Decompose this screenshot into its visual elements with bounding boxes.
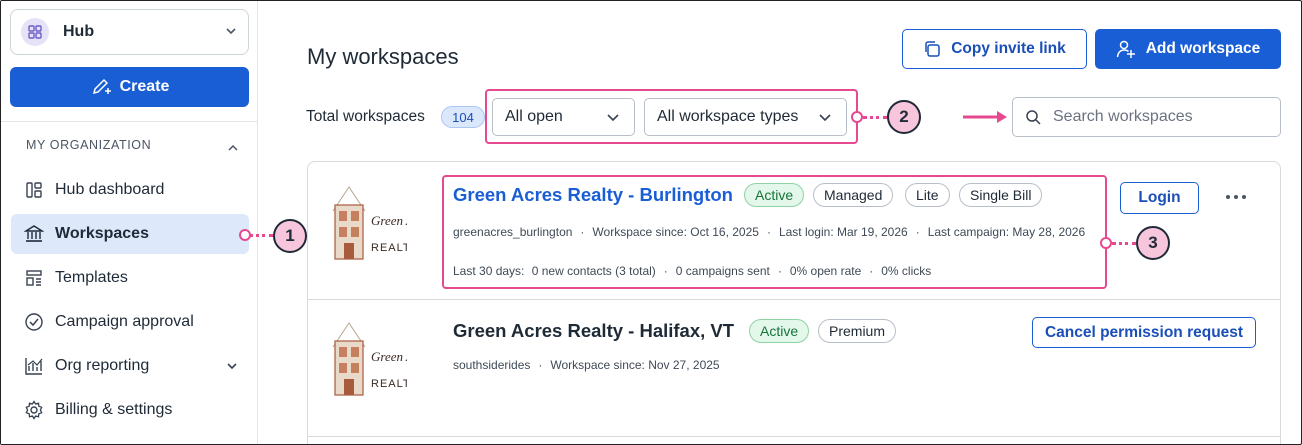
- status-filter-select[interactable]: All open: [492, 98, 635, 136]
- workspace-name[interactable]: Green Acres Realty - Halifax, VT: [453, 320, 734, 342]
- workspace-stats-row: Last 30 days: 0 new contacts (3 total) · 0…: [453, 264, 932, 278]
- search-icon: [1026, 110, 1041, 125]
- chevron-up-icon[interactable]: [227, 140, 239, 158]
- create-label: Create: [119, 78, 170, 95]
- sidebar-item-label: Hub dashboard: [55, 181, 165, 198]
- check-circle-icon: [23, 311, 45, 333]
- logo-text-bottom: REALTY: [371, 242, 407, 254]
- copy-icon: [925, 41, 940, 57]
- stats-label: Last 30 days:: [453, 264, 525, 278]
- status-badge: Active: [744, 183, 805, 207]
- total-workspaces-count: 104: [441, 106, 485, 128]
- total-workspaces-label: Total workspaces: [306, 108, 425, 125]
- callout-marker-2: 2: [887, 100, 921, 134]
- hub-switcher[interactable]: Hub: [10, 9, 249, 55]
- pen-plus-icon: [92, 78, 111, 95]
- workspace-username: greenacres_burlington: [453, 225, 573, 239]
- type-filter-select[interactable]: All workspace types: [644, 98, 847, 136]
- workspace-last-campaign: Last campaign: May 28, 2026: [927, 225, 1086, 239]
- grid-icon: [21, 18, 49, 46]
- plan-badge: Premium: [818, 319, 897, 343]
- chevron-down-icon: [819, 114, 831, 122]
- gear-icon: [23, 399, 45, 421]
- org-section-header: MY ORGANIZATION: [26, 138, 152, 152]
- row-divider: [308, 436, 1280, 437]
- sidebar-item-label: Billing & settings: [55, 401, 173, 418]
- chevron-down-icon: [224, 24, 238, 43]
- template-icon: [23, 267, 45, 289]
- sidebar: Hub Create MY ORGANIZATION Hub dashboard…: [1, 1, 258, 444]
- sidebar-item-org-reporting[interactable]: Org reporting: [11, 346, 249, 386]
- callout-anchor-1: [239, 229, 251, 241]
- stats-campaigns-sent: 0 campaigns sent: [675, 264, 770, 278]
- search-input[interactable]: [1053, 108, 1273, 126]
- callout-line-3: [1112, 242, 1136, 245]
- create-button[interactable]: Create: [10, 67, 249, 107]
- bank-icon: [23, 223, 45, 245]
- logo-text-top: Green Acres: [371, 213, 407, 228]
- sidebar-item-templates[interactable]: Templates: [11, 258, 249, 298]
- workspace-meta-row: southsiderides · Workspace since: Nov 27, …: [453, 358, 720, 372]
- sidebar-item-billing-settings[interactable]: Billing & settings: [11, 390, 249, 430]
- callout-anchor-3: [1100, 237, 1112, 249]
- plan-badge: Lite: [905, 183, 950, 207]
- login-button[interactable]: Login: [1120, 182, 1199, 214]
- logo-text-bottom: REALTY: [371, 378, 407, 390]
- chevron-down-icon: [225, 359, 239, 378]
- sidebar-item-campaign-approval[interactable]: Campaign approval: [11, 302, 249, 342]
- stats-clicks: 0% clicks: [881, 264, 932, 278]
- dashboard-icon: [23, 179, 45, 201]
- callout-marker-3: 3: [1136, 226, 1170, 260]
- status-filter-value: All open: [505, 108, 563, 125]
- copy-invite-link-button[interactable]: Copy invite link: [902, 29, 1087, 69]
- callout-line-2: [863, 116, 887, 119]
- add-workspace-label: Add workspace: [1145, 40, 1261, 57]
- workspace-since: Workspace since: Oct 16, 2025: [592, 225, 759, 239]
- sidebar-item-label: Templates: [55, 269, 128, 286]
- row-divider: [308, 299, 1280, 300]
- stats-new-contacts: 0 new contacts (3 total): [531, 264, 656, 278]
- add-workspace-button[interactable]: Add workspace: [1095, 29, 1281, 69]
- type-filter-value: All workspace types: [657, 108, 799, 125]
- managed-badge: Managed: [813, 183, 894, 207]
- workspace-since: Workspace since: Nov 27, 2025: [550, 358, 720, 372]
- callout-anchor-2: [851, 111, 863, 123]
- sidebar-item-workspaces[interactable]: Workspaces: [11, 214, 249, 254]
- billing-badge: Single Bill: [959, 183, 1043, 207]
- workspace-username: southsiderides: [453, 358, 531, 372]
- app-window: Hub Create MY ORGANIZATION Hub dashboard…: [0, 0, 1302, 445]
- workspace-meta-row: greenacres_burlington · Workspace since: O…: [453, 225, 1086, 239]
- workspace-logo: Green Acres REALTY: [332, 186, 407, 260]
- workspace-last-login: Last login: Mar 19, 2026: [778, 225, 908, 239]
- chevron-down-icon: [607, 114, 619, 122]
- status-badge: Active: [749, 319, 810, 343]
- sidebar-item-label: Workspaces: [55, 225, 149, 242]
- sidebar-item-label: Org reporting: [55, 357, 150, 374]
- workspace-logo: Green Acres REALTY: [332, 322, 407, 396]
- workspace-name-link[interactable]: Green Acres Realty - Burlington: [453, 184, 733, 206]
- chart-icon: [23, 355, 45, 377]
- callout-line-1: [249, 234, 273, 237]
- more-horizontal-icon[interactable]: [1223, 187, 1249, 207]
- cancel-permission-request-button[interactable]: Cancel permission request: [1032, 317, 1256, 348]
- copy-invite-label: Copy invite link: [951, 40, 1066, 57]
- add-user-icon: [1116, 40, 1135, 58]
- sidebar-divider: [1, 121, 258, 122]
- search-field[interactable]: [1012, 97, 1281, 137]
- page-title: My workspaces: [307, 44, 459, 69]
- sidebar-item-label: Campaign approval: [55, 313, 194, 330]
- stats-open-rate: 0% open rate: [789, 264, 862, 278]
- sidebar-item-hub-dashboard[interactable]: Hub dashboard: [11, 170, 249, 210]
- callout-marker-1: 1: [273, 219, 307, 253]
- logo-text-top: Green Acres: [371, 349, 407, 364]
- arrow-right-icon: [963, 111, 1007, 123]
- hub-label: Hub: [63, 23, 95, 40]
